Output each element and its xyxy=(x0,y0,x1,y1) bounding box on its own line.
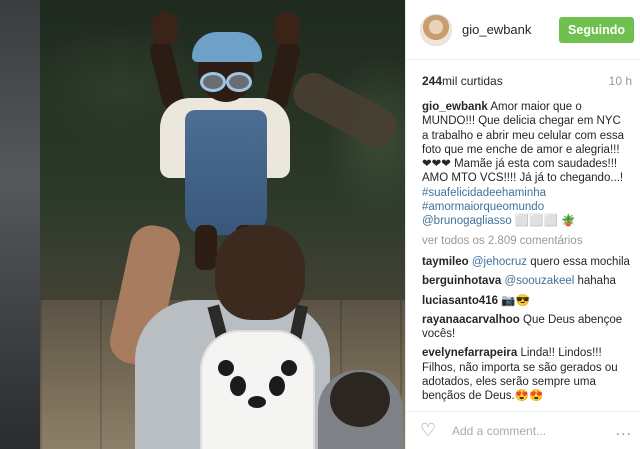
post-header: gio_ewbank Seguindo xyxy=(406,0,640,60)
panda-nose xyxy=(248,396,266,408)
comment-text: quero essa mochila xyxy=(527,255,630,268)
heart-icon[interactable]: ♡ xyxy=(420,420,444,441)
more-options-icon[interactable]: ... xyxy=(616,422,632,440)
panda-backpack xyxy=(200,330,315,449)
post-time: 10 h xyxy=(608,74,632,88)
comments-section: gio_ewbank Amor maior que o MUNDO!!! Que… xyxy=(406,88,640,404)
mention-link[interactable]: @brunogagliasso xyxy=(422,215,512,227)
background-person-head xyxy=(330,372,390,427)
add-comment-input[interactable] xyxy=(450,422,616,439)
comment-text: 📷😎 xyxy=(501,294,530,307)
likes-unit: mil curtidas xyxy=(442,74,503,88)
panda-eye xyxy=(269,376,285,396)
comment-username[interactable]: berguinhotava xyxy=(422,275,501,287)
child-overalls xyxy=(185,110,267,235)
child-bandana xyxy=(192,32,262,62)
likes-number: 244 xyxy=(422,74,443,88)
post-photo[interactable] xyxy=(0,0,405,449)
caption-username[interactable]: gio_ewbank xyxy=(422,101,488,113)
avatar[interactable] xyxy=(420,13,452,46)
panda-ear xyxy=(218,360,234,376)
view-all-comments[interactable]: ver todos os 2.809 comentários xyxy=(422,234,630,248)
hashtag[interactable]: #amormaiorqueomundo xyxy=(422,201,544,213)
comment-username[interactable]: rayanaacarvalhoo xyxy=(422,314,520,326)
header-username[interactable]: gio_ewbank xyxy=(462,22,559,37)
comment-item: taymileo @jehocruz quero essa mochila xyxy=(422,255,630,269)
mention-link[interactable]: @jehocruz xyxy=(472,256,527,268)
following-button[interactable]: Seguindo xyxy=(559,16,634,43)
photo-edge xyxy=(0,0,40,449)
caption: gio_ewbank Amor maior que o MUNDO!!! Que… xyxy=(422,100,630,229)
caption-emoji: ⬜⬜⬜ 🪴 xyxy=(511,215,576,228)
likes-row: 244mil curtidas 10 h xyxy=(406,60,640,88)
caption-text: Amor maior que o MUNDO!!! Que delicia ch… xyxy=(422,101,624,185)
comment-username[interactable]: luciasanto416 xyxy=(422,295,498,307)
panda-eye xyxy=(230,376,246,396)
mention-link[interactable]: @soouzakeel xyxy=(504,275,574,287)
comment-text: hahaha xyxy=(574,275,616,288)
comment-item: berguinhotava @soouzakeel hahaha xyxy=(422,274,630,288)
child-left-hand xyxy=(152,12,178,44)
hashtag[interactable]: #suafelicidadeehaminha xyxy=(422,187,546,199)
comment-item: rayanaacarvalhoo Que Deus abençoe vocês! xyxy=(422,313,630,342)
child-glasses xyxy=(200,72,252,92)
panda-ear xyxy=(281,360,297,376)
comment-item: evelynefarrapeira Linda!! Lindos!!! Filh… xyxy=(422,346,630,403)
man-head xyxy=(215,225,305,320)
post-details-panel: gio_ewbank Seguindo 244mil curtidas 10 h… xyxy=(405,0,640,449)
comment-item: luciasanto416 📷😎 xyxy=(422,294,630,308)
child-right-hand xyxy=(274,12,300,44)
comment-footer: ♡ ... xyxy=(406,411,640,449)
comment-username[interactable]: taymileo xyxy=(422,256,469,268)
child-leg xyxy=(195,225,217,270)
comment-username[interactable]: evelynefarrapeira xyxy=(422,347,517,359)
likes-count[interactable]: 244mil curtidas xyxy=(422,74,503,88)
